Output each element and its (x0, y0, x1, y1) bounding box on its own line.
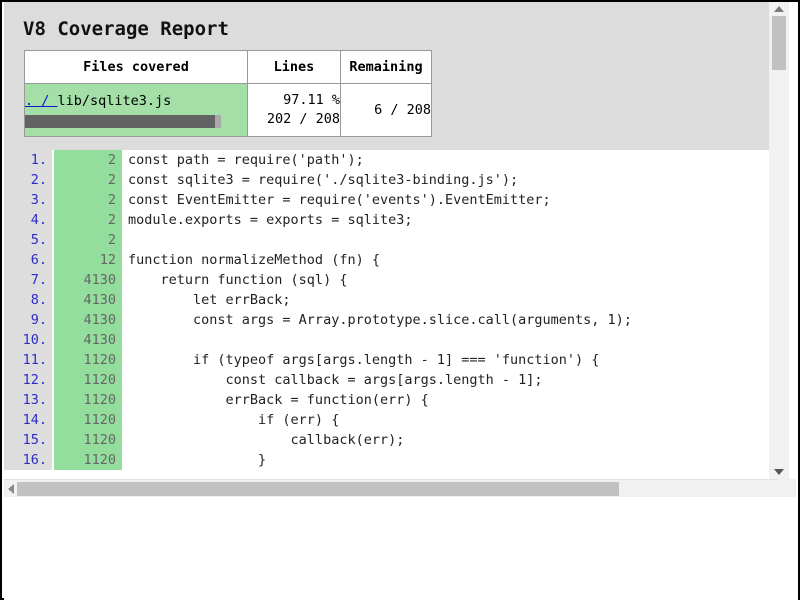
code-line: 1. 2 const path = require('path'); (4, 150, 769, 170)
scrollbar-corner (778, 479, 796, 497)
line-number: 6. (4, 250, 52, 270)
column-header-files-covered: Files covered (24, 50, 248, 84)
hit-count: 4130 (54, 330, 122, 350)
hit-count: 2 (54, 230, 122, 250)
code-line: 5. 2 (4, 230, 769, 250)
coverage-summary-table: Files covered Lines Remaining . / lib/sq… (24, 50, 432, 137)
lines-percent-value: 97.11 % (283, 92, 340, 108)
code-text: module.exports = exports = sqlite3; (128, 212, 413, 228)
hit-count: 4130 (54, 290, 122, 310)
line-number: 8. (4, 290, 52, 310)
line-number: 1. (4, 150, 52, 170)
code-text: const sqlite3 = require('./sqlite3-bindi… (128, 172, 519, 188)
table-row: . / lib/sqlite3.js 97.11 % 202 / 208 6 /… (24, 83, 432, 137)
code-line: 16. 1120 } (4, 450, 769, 470)
hit-count: 1120 (54, 450, 122, 470)
coverage-report-document: V8 Coverage Report Files covered Lines R… (4, 2, 769, 479)
code-text: function normalizeMethod (fn) { (128, 252, 380, 268)
document-viewport: V8 Coverage Report Files covered Lines R… (4, 2, 798, 497)
cell-remaining: 6 / 208 (340, 83, 432, 137)
report-header: V8 Coverage Report Files covered Lines R… (4, 2, 769, 150)
horizontal-scrollbar-thumb[interactable] (17, 482, 619, 496)
file-name-label: lib/sqlite3.js (57, 92, 172, 109)
parent-directory-link[interactable]: . / (25, 93, 58, 109)
code-text: const path = require('path'); (128, 152, 364, 168)
file-path-row: . / lib/sqlite3.js (25, 93, 247, 109)
hit-count: 2 (54, 170, 122, 190)
chevron-up-icon (774, 6, 784, 12)
line-number: 2. (4, 170, 52, 190)
code-text: const args = Array.prototype.slice.call(… (128, 312, 632, 328)
code-text: if (typeof args[args.length - 1] === 'fu… (128, 352, 600, 368)
code-line: 2. 2 const sqlite3 = require('./sqlite3-bi… (4, 170, 769, 190)
line-number: 3. (4, 190, 52, 210)
lines-ratio-value: 202 / 208 (266, 111, 340, 127)
code-text: if (err) { (128, 412, 340, 428)
code-line: 4. 2 module.exports = exports = sqlite3; (4, 210, 769, 230)
cell-file-covered: . / lib/sqlite3.js (24, 83, 248, 137)
line-number: 14. (4, 410, 52, 430)
remaining-ratio-value: 6 / 208 (374, 101, 431, 118)
code-text: let errBack; (128, 292, 291, 308)
scroll-up-button[interactable] (769, 2, 789, 16)
hit-count: 1120 (54, 370, 122, 390)
line-number: 5. (4, 230, 52, 250)
chevron-down-icon (774, 469, 784, 475)
code-text: return function (sql) { (128, 272, 348, 288)
column-header-remaining: Remaining (340, 50, 432, 84)
code-line: 10. 4130 (4, 330, 769, 350)
horizontal-scrollbar[interactable] (4, 479, 796, 497)
code-text: const EventEmitter = require('events').E… (128, 192, 551, 208)
hit-count: 1120 (54, 350, 122, 370)
code-line: 7. 4130 return function (sql) { (4, 270, 769, 290)
line-number: 15. (4, 430, 52, 450)
line-number: 16. (4, 450, 52, 470)
page-blank-area (4, 497, 798, 600)
column-header-lines: Lines (247, 50, 341, 84)
hit-count: 12 (54, 250, 122, 270)
code-line: 14. 1120 if (err) { (4, 410, 769, 430)
cell-lines: 97.11 % 202 / 208 (247, 83, 341, 137)
chevron-left-icon (7, 483, 14, 494)
hit-count: 4130 (54, 310, 122, 330)
code-text: const callback = args[args.length - 1]; (128, 372, 543, 388)
hit-count: 1120 (54, 390, 122, 410)
line-number: 4. (4, 210, 52, 230)
line-number: 10. (4, 330, 52, 350)
code-line: 3. 2 const EventEmitter = require('events'… (4, 190, 769, 210)
code-line: 6. 12 function normalizeMethod (fn) { (4, 250, 769, 270)
hit-count: 2 (54, 210, 122, 230)
page-title: V8 Coverage Report (23, 18, 229, 40)
line-number: 12. (4, 370, 52, 390)
line-number: 7. (4, 270, 52, 290)
code-text: callback(err); (128, 432, 405, 448)
hit-count: 1120 (54, 430, 122, 450)
coverage-progress-bar (25, 114, 221, 128)
scroll-down-button[interactable] (769, 465, 789, 479)
vertical-scrollbar-thumb[interactable] (772, 16, 786, 70)
code-line: 11. 1120 if (typeof args[args.length - 1]… (4, 350, 769, 370)
scroll-left-button[interactable] (4, 480, 17, 497)
hit-count: 1120 (54, 410, 122, 430)
coverage-progress-fill (25, 114, 216, 128)
hit-count: 2 (54, 150, 122, 170)
line-number: 11. (4, 350, 52, 370)
source-code-listing: 1. 2 const path = require('path'); 2. 2 const… (4, 150, 769, 479)
code-line: 8. 4130 let errBack; (4, 290, 769, 310)
line-number: 9. (4, 310, 52, 330)
code-text: errBack = function(err) { (128, 392, 429, 408)
code-line: 9. 4130 const args = Array.prototype.slic… (4, 310, 769, 330)
browser-page-frame: V8 Coverage Report Files covered Lines R… (0, 0, 800, 600)
hit-count: 4130 (54, 270, 122, 290)
code-text: } (128, 452, 267, 468)
code-line: 15. 1120 callback(err); (4, 430, 769, 450)
summary-table-header-row: Files covered Lines Remaining (24, 50, 432, 84)
code-line: 12. 1120 const callback = args[args.lengt… (4, 370, 769, 390)
line-number: 13. (4, 390, 52, 410)
code-line: 13. 1120 errBack = function(err) { (4, 390, 769, 410)
hit-count: 2 (54, 190, 122, 210)
vertical-scrollbar[interactable] (769, 2, 789, 479)
